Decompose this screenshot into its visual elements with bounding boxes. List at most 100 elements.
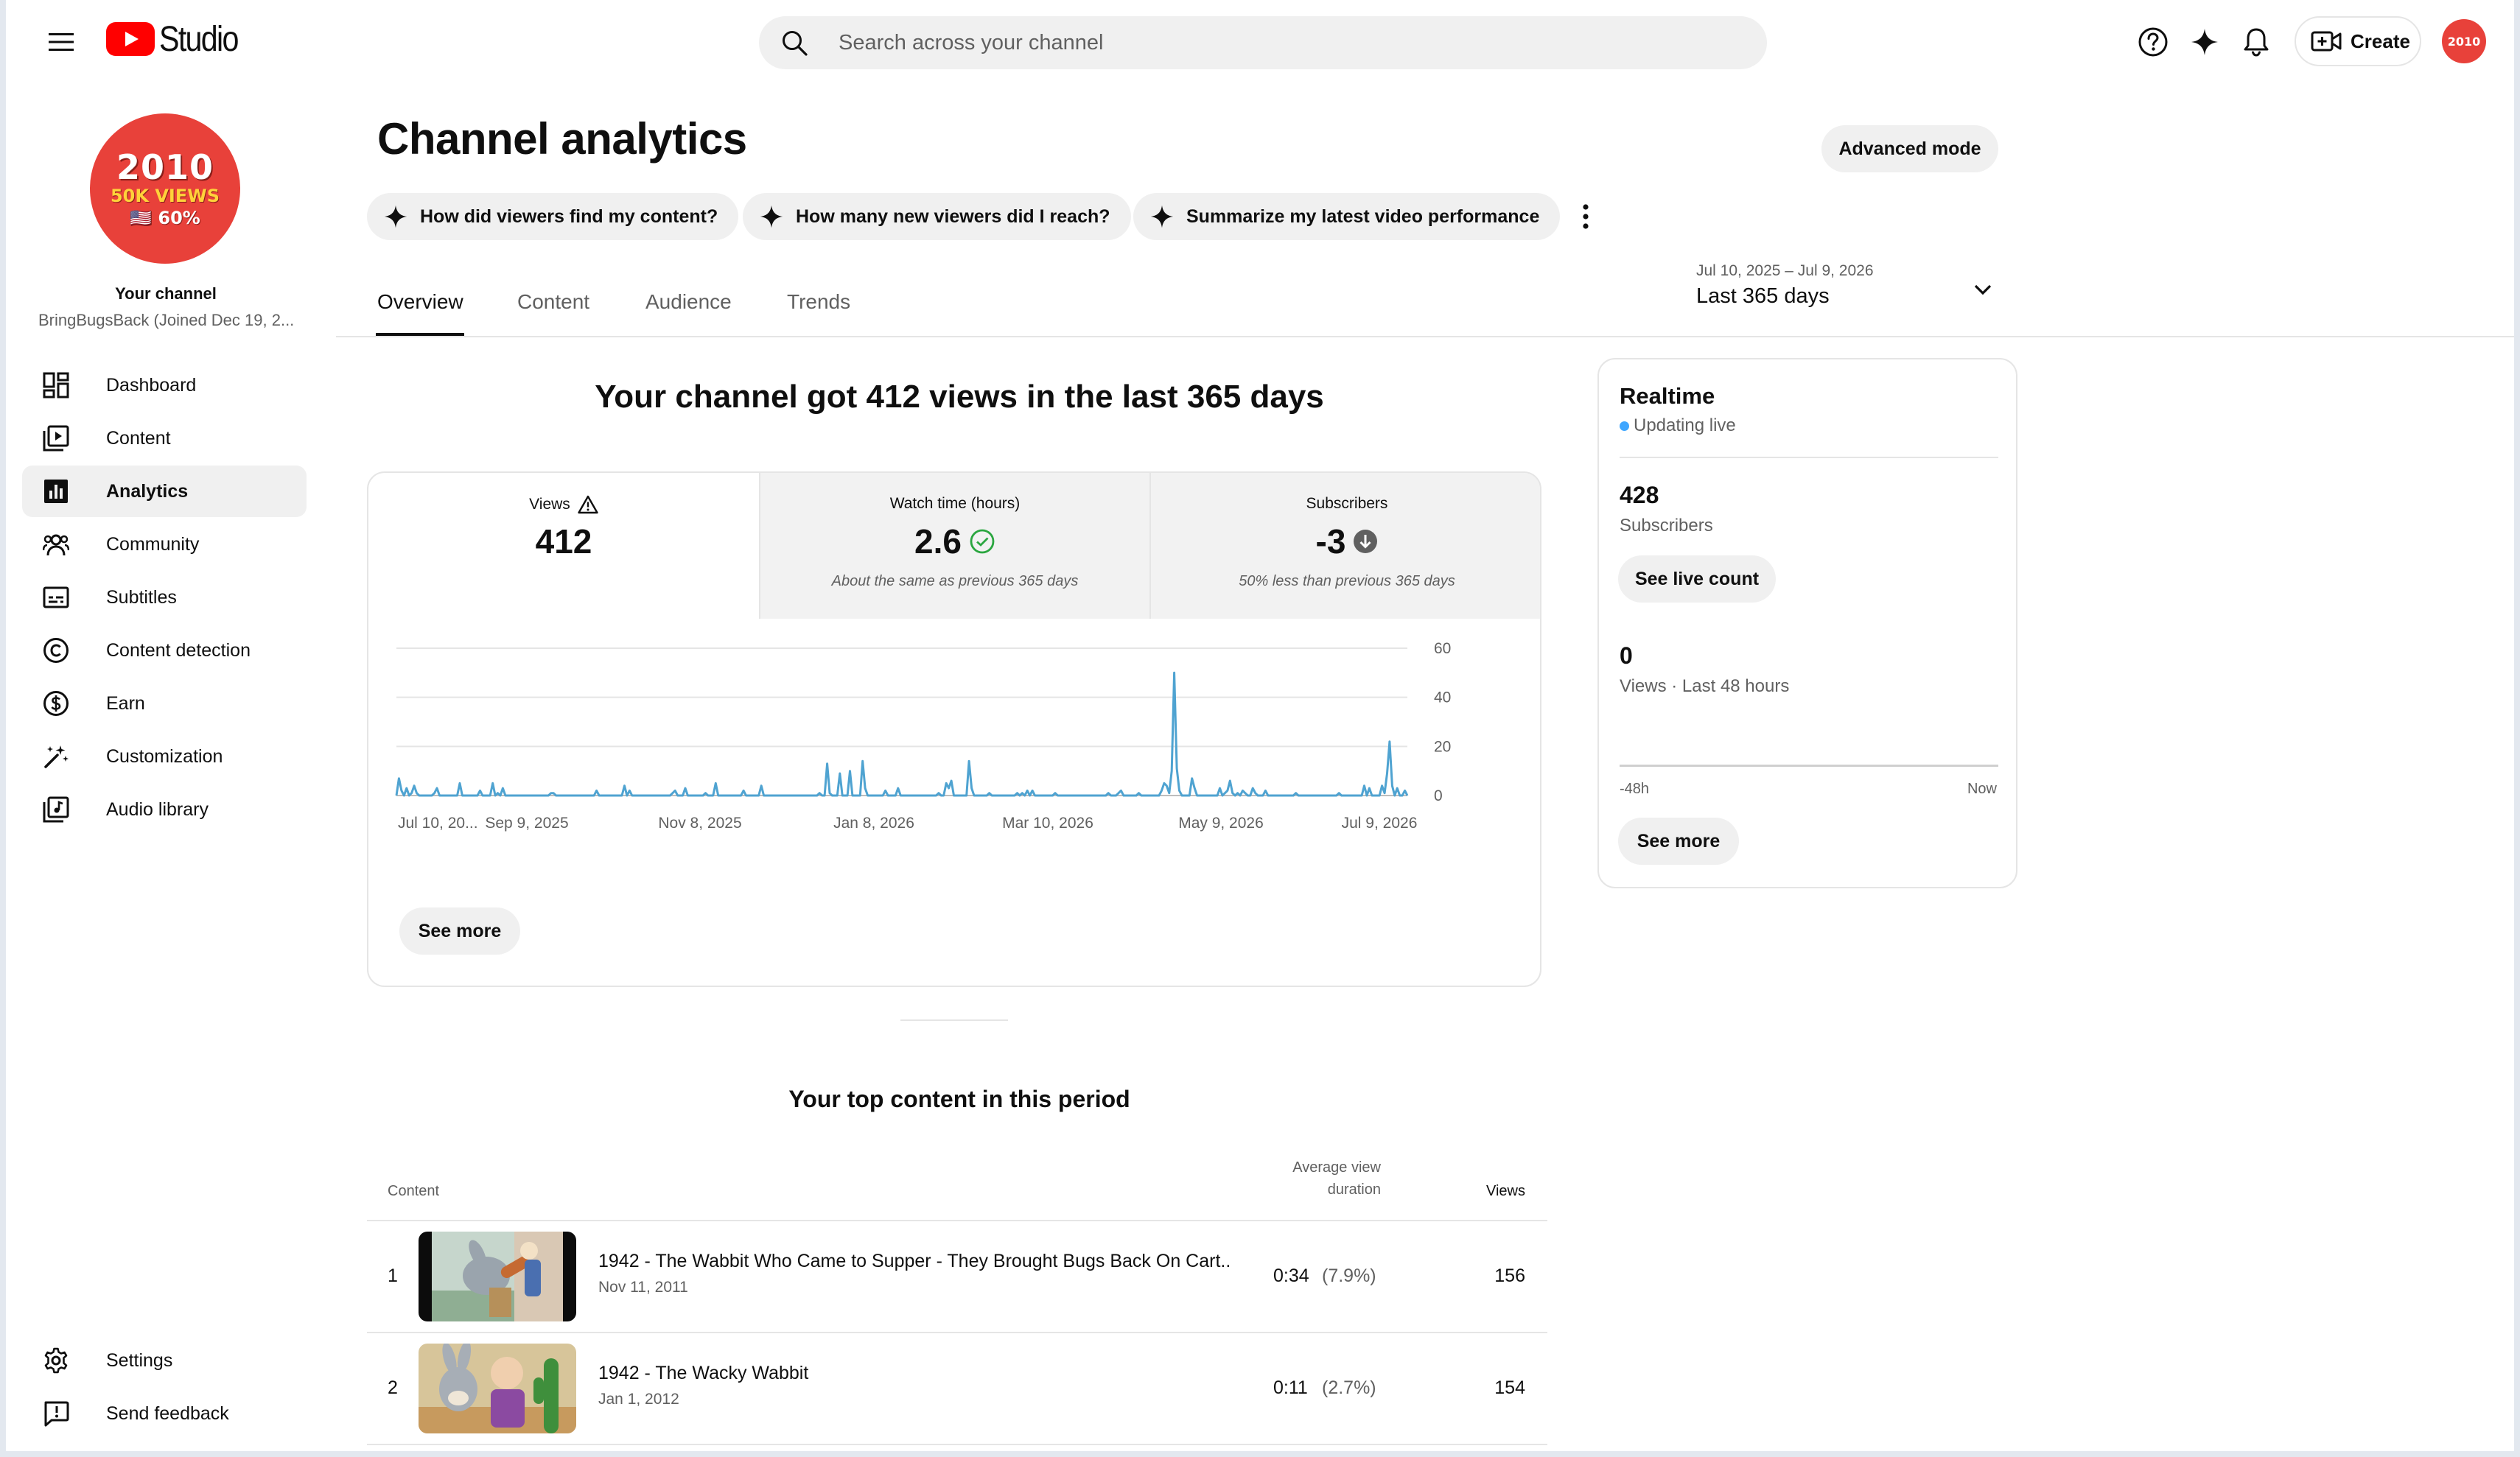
metric-tab-subscribers[interactable]: Subscribers -3 50% less than previous 36… bbox=[1149, 473, 1540, 619]
analytics-headline: Your channel got 412 views in the last 3… bbox=[595, 379, 1324, 415]
row-rank: 1 bbox=[388, 1265, 398, 1286]
sidebar-item-subtitles[interactable]: Subtitles bbox=[22, 572, 307, 623]
search-input[interactable] bbox=[839, 16, 1723, 69]
x-tick-label: Jul 10, 20... bbox=[398, 815, 478, 832]
sidebar-item-customization[interactable]: Customization bbox=[22, 731, 307, 782]
logo-text: Studio bbox=[159, 19, 239, 59]
ai-assistant-button[interactable] bbox=[2183, 22, 2227, 62]
bell-icon bbox=[2244, 28, 2269, 57]
search-icon bbox=[783, 31, 808, 56]
search-bar[interactable] bbox=[759, 16, 1767, 69]
realtime-divider bbox=[1620, 457, 1998, 458]
menu-button[interactable] bbox=[35, 22, 87, 62]
video-date: Jan 1, 2012 bbox=[598, 1391, 679, 1408]
video-views: 154 bbox=[1494, 1377, 1525, 1398]
column-header-views[interactable]: Views bbox=[1443, 1180, 1525, 1202]
x-tick-label: Jan 8, 2026 bbox=[833, 815, 914, 832]
hamburger-icon bbox=[49, 33, 74, 51]
video-thumbnail[interactable] bbox=[419, 1232, 576, 1321]
sidebar-item-audio-library[interactable]: Audio library bbox=[22, 784, 307, 835]
metric-label: Subscribers bbox=[1306, 495, 1388, 512]
suggestion-chip[interactable]: How did viewers find my content? bbox=[367, 193, 739, 240]
tab-trends[interactable]: Trends bbox=[787, 290, 850, 314]
tab-overview[interactable]: Overview bbox=[377, 290, 463, 314]
see-live-count-button[interactable]: See live count bbox=[1618, 555, 1776, 603]
sidebar-item-content-detection[interactable]: Content detection bbox=[22, 625, 307, 676]
channel-avatar[interactable]: 2010 50K VIEWS 🇺🇸 60% bbox=[90, 113, 240, 264]
magic-wand-icon bbox=[44, 745, 69, 768]
thumbnail-cartoon-image bbox=[419, 1232, 576, 1321]
see-more-button[interactable]: See more bbox=[399, 907, 520, 955]
arrow-down-circle-icon bbox=[1354, 530, 1378, 553]
chevron-down-icon[interactable] bbox=[1972, 278, 1994, 301]
top-content-heading: Your top content in this period bbox=[788, 1086, 1130, 1112]
your-channel-label: Your channel bbox=[115, 284, 217, 303]
metric-note: 50% less than previous 365 days bbox=[1239, 573, 1455, 589]
realtime-see-more-button[interactable]: See more bbox=[1618, 818, 1739, 865]
avg-view-duration: 0:11 bbox=[1273, 1377, 1308, 1398]
youtube-logo-icon bbox=[106, 22, 155, 56]
sidebar-item-earn[interactable]: Earn bbox=[22, 678, 307, 729]
tab-audience[interactable]: Audience bbox=[645, 290, 732, 314]
row-rank: 2 bbox=[388, 1377, 398, 1398]
sidebar-item-send-feedback[interactable]: Send feedback bbox=[22, 1388, 307, 1439]
y-tick-label: 60 bbox=[1434, 640, 1451, 657]
realtime-status-text: Updating live bbox=[1634, 415, 1736, 435]
video-thumbnail[interactable] bbox=[419, 1344, 576, 1433]
tab-content[interactable]: Content bbox=[517, 290, 589, 314]
help-button[interactable] bbox=[2131, 22, 2175, 62]
sidebar-item-content[interactable]: Content bbox=[22, 412, 307, 464]
metric-value: 2.6 bbox=[914, 522, 962, 561]
date-range-text: Jul 10, 2025 – Jul 9, 2026 bbox=[1696, 262, 1874, 279]
column-header-avg-duration[interactable]: Average view duration bbox=[1259, 1156, 1381, 1201]
metric-tab-watch-time[interactable]: Watch time (hours) 2.6 About the same as… bbox=[759, 473, 1149, 619]
metrics-card: Views 412 Watch time (hours) 2.6 About t… bbox=[367, 471, 1541, 987]
account-avatar[interactable]: 2010 bbox=[2442, 19, 2486, 63]
suggestion-chip[interactable]: How many new viewers did I reach? bbox=[743, 193, 1131, 240]
date-range-label: Last 365 days bbox=[1696, 284, 1830, 308]
x-tick-label: Sep 9, 2025 bbox=[485, 815, 568, 832]
sidebar-item-label: Settings bbox=[106, 1349, 173, 1371]
realtime-subscribers-value: 428 bbox=[1620, 482, 1659, 508]
help-icon bbox=[2138, 27, 2168, 57]
views-line-chart: 0 20 40 60 Jul 10, 20... Sep 9, 2025 Nov 8, 20… bbox=[395, 640, 1451, 832]
sidebar-item-settings[interactable]: Settings bbox=[22, 1335, 307, 1386]
thumbnail-cartoon-image bbox=[419, 1344, 576, 1433]
sidebar-item-analytics[interactable]: Analytics bbox=[22, 466, 307, 517]
notifications-button[interactable] bbox=[2234, 22, 2278, 62]
realtime-views-value: 0 bbox=[1620, 642, 1633, 669]
sidebar-item-dashboard[interactable]: Dashboard bbox=[22, 359, 307, 411]
column-header-avg-line2: duration bbox=[1327, 1182, 1381, 1198]
chip-label: How did viewers find my content? bbox=[420, 206, 718, 227]
gear-icon bbox=[44, 1347, 68, 1374]
sparkle-icon bbox=[1150, 205, 1174, 228]
metric-value-wrap: 2.6 bbox=[760, 522, 1149, 561]
sparkle-icon bbox=[384, 205, 407, 228]
metric-label-wrap: Watch time (hours) bbox=[760, 495, 1149, 513]
advanced-mode-button[interactable]: Advanced mode bbox=[1821, 125, 1998, 172]
metric-label: Views bbox=[529, 496, 570, 513]
sidebar-item-community[interactable]: Community bbox=[22, 519, 307, 570]
tabs-divider bbox=[336, 336, 2514, 337]
video-title[interactable]: 1942 - The Wacky Wabbit bbox=[598, 1363, 1232, 1384]
sparkle-icon bbox=[760, 205, 783, 228]
sidebar-item-label: Audio library bbox=[106, 798, 209, 820]
chip-label: Summarize my latest video performance bbox=[1186, 206, 1540, 227]
metric-tab-views[interactable]: Views 412 bbox=[368, 473, 759, 619]
y-tick-label: 40 bbox=[1434, 689, 1451, 706]
channel-avatar-line3: 🇺🇸 60% bbox=[130, 208, 200, 228]
studio-logo[interactable]: Studio bbox=[106, 19, 251, 59]
metric-note: About the same as previous 365 days bbox=[831, 573, 1079, 589]
video-title[interactable]: 1942 - The Wabbit Who Came to Supper - T… bbox=[598, 1251, 1232, 1272]
sparkle-icon bbox=[2191, 29, 2218, 55]
realtime-chart-baseline bbox=[1620, 765, 1998, 767]
create-button[interactable]: Create bbox=[2295, 16, 2421, 66]
more-options-button[interactable] bbox=[1569, 196, 1602, 237]
section-divider bbox=[900, 1019, 1008, 1021]
suggestion-chip[interactable]: Summarize my latest video performance bbox=[1133, 193, 1561, 240]
channel-handle: BringBugsBack (Joined Dec 19, 2... bbox=[38, 311, 295, 329]
video-date: Nov 11, 2011 bbox=[598, 1279, 688, 1296]
channel-avatar-line1: 2010 bbox=[116, 147, 214, 187]
realtime-subscribers-label: Subscribers bbox=[1620, 516, 1713, 536]
realtime-axis-start: -48h bbox=[1620, 781, 1650, 797]
